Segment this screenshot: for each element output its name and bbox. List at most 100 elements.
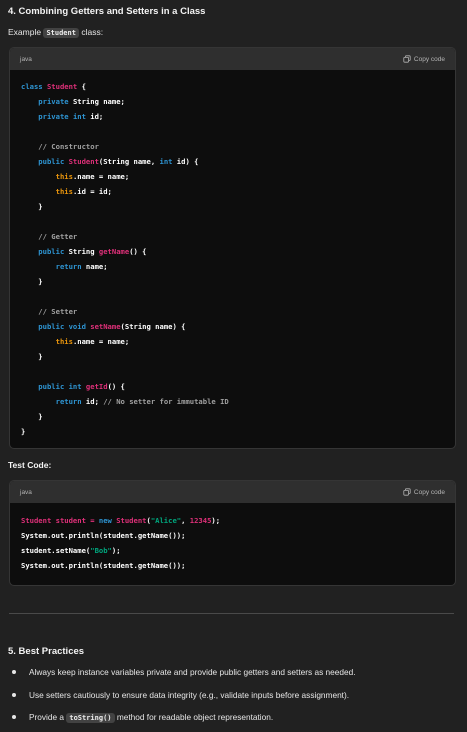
code-line: }	[21, 409, 444, 424]
code-line: public Student(String name, int id) {	[21, 154, 444, 169]
code-token: setName	[90, 322, 121, 331]
code-token: );	[211, 516, 221, 525]
code-token: String name;	[72, 97, 125, 106]
section-heading: 4. Combining Getters and Setters in a Cl…	[8, 6, 206, 17]
code-token: int	[159, 157, 173, 166]
copy-code-button[interactable]: Copy code	[403, 488, 445, 496]
copy-code-button[interactable]: Copy code	[403, 55, 445, 63]
code-token: student.setName(	[21, 546, 91, 555]
list-item: Always keep instance variables private a…	[8, 664, 458, 687]
code-token: void	[68, 322, 91, 331]
code-line: // Getter	[21, 229, 444, 244]
code-content: Student student = new Student("Alice", 1…	[10, 503, 455, 585]
code-line: this.id = id;	[21, 184, 444, 199]
divider	[9, 613, 454, 614]
list-item: Provide a toString() method for readable…	[8, 709, 458, 732]
code-line: this.name = name;	[21, 334, 444, 349]
code-token: // Constructor	[21, 142, 99, 151]
code-token: this	[21, 337, 73, 346]
code-token: }	[21, 352, 43, 361]
code-token: Student student =	[21, 516, 99, 525]
code-token: }	[21, 277, 43, 286]
copy-code-label: Copy code	[413, 488, 445, 496]
code-token: id;	[85, 397, 104, 406]
intro-text: Example Student class:	[8, 27, 104, 38]
copy-icon	[403, 55, 411, 63]
code-line: }	[21, 199, 444, 214]
code-token: System.out.println(student.getName());	[21, 531, 186, 540]
code-line: Student student = new Student("Alice", 1…	[21, 513, 444, 528]
code-line: // Constructor	[21, 139, 444, 154]
code-token: name;	[85, 262, 108, 271]
code-token: "Alice"	[150, 516, 182, 525]
list-item-text: Always keep instance variables private a…	[29, 667, 356, 677]
test-code-label: Test Code:	[8, 460, 52, 470]
code-token: getName	[98, 247, 130, 256]
code-block-header: java Copy code	[10, 481, 455, 503]
code-token: }	[21, 427, 26, 436]
code-block-test: java Copy code Student student = new Stu…	[9, 480, 456, 586]
list-item-text: Use setters cautiously to ensure data in…	[29, 689, 350, 700]
code-line: public void setName(String name) {	[21, 319, 444, 334]
code-token: getId	[85, 382, 108, 391]
code-token: new	[98, 516, 117, 525]
list-item-text: Provide a	[29, 712, 67, 722]
code-token: (String name) {	[120, 322, 186, 331]
code-token: }	[21, 412, 43, 421]
code-line: this.name = name;	[21, 169, 444, 184]
code-token: Student	[116, 516, 147, 525]
code-token: // Setter	[21, 307, 78, 316]
code-line: return name;	[21, 259, 444, 274]
code-token: String	[68, 247, 99, 256]
code-token: class	[21, 82, 47, 91]
code-token: return	[21, 397, 86, 406]
intro-suffix: class:	[78, 27, 104, 37]
code-line: public String getName() {	[21, 244, 444, 259]
code-line: return id; // No setter for immutable ID	[21, 394, 444, 409]
code-token: System.out.println(student.getName());	[21, 561, 186, 570]
code-token: public	[21, 382, 69, 391]
code-token: // Getter	[21, 232, 78, 241]
code-language-label: java	[20, 55, 32, 63]
code-line: // Setter	[21, 304, 444, 319]
code-token: id;	[85, 112, 104, 121]
code-line: public int getId() {	[21, 379, 444, 394]
code-line: private int id;	[21, 109, 444, 124]
code-token: "Bob"	[90, 546, 112, 555]
section-heading: 5. Best Practices	[8, 646, 85, 657]
copy-code-label: Copy code	[413, 55, 445, 63]
code-token: .name = name;	[72, 337, 130, 346]
copy-icon	[403, 488, 411, 496]
code-token: );	[111, 546, 121, 555]
code-token: .name = name;	[72, 172, 130, 181]
code-content: class Student { private String name; pri…	[10, 70, 455, 448]
code-token: return	[21, 262, 86, 271]
code-token: this	[21, 172, 73, 181]
code-block-header: java Copy code	[10, 48, 455, 70]
list-item: Use setters cautiously to ensure data in…	[8, 687, 458, 710]
intro-prefix: Example	[8, 27, 42, 37]
code-line: System.out.println(student.getName());	[21, 528, 444, 543]
code-language-label: java	[20, 488, 32, 496]
code-line: }	[21, 274, 444, 289]
code-token: Student	[68, 157, 99, 166]
code-line: }	[21, 424, 444, 439]
code-line: System.out.println(student.getName());	[21, 558, 444, 573]
code-token: .id = id;	[72, 187, 112, 196]
code-token: // No setter for immutable ID	[103, 397, 229, 406]
inline-code: toString()	[66, 713, 115, 723]
code-token: () {	[129, 247, 147, 256]
code-line: }	[21, 349, 444, 364]
inline-code: Student	[43, 28, 79, 38]
code-token: private	[21, 97, 73, 106]
code-token: () {	[107, 382, 125, 391]
code-token: {	[77, 82, 86, 91]
code-token: this	[21, 187, 73, 196]
code-token: private	[21, 112, 73, 121]
code-line: student.setName("Bob");	[21, 543, 444, 558]
code-token: public	[21, 247, 69, 256]
